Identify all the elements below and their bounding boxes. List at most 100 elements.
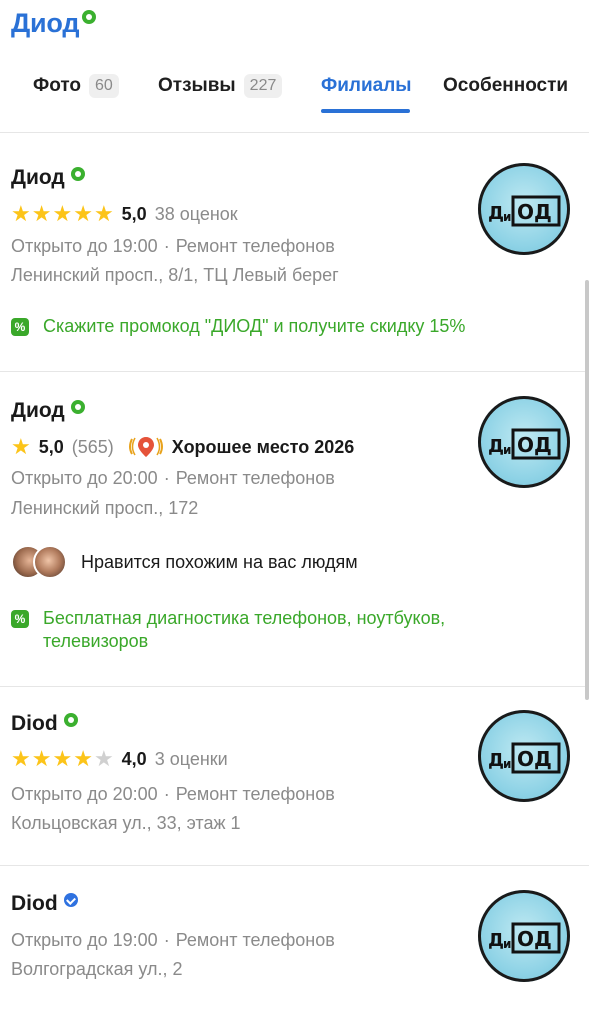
rating-stars: ★ ★ ★ ★ ★ [11, 203, 114, 225]
address-text: Волгоградская ул., 2 [11, 959, 183, 979]
rating-count: 38 оценок [154, 203, 238, 224]
logo-letter-i: и [503, 757, 511, 771]
branch-logo[interactable]: Д и ОД [478, 890, 570, 982]
logo-letter-a: Д [488, 930, 504, 951]
star-icon: ★ [93, 201, 114, 226]
category-text: Ремонт телефонов [175, 468, 335, 488]
separator: · [163, 468, 170, 488]
verified-icon [70, 400, 85, 414]
scrollbar[interactable] [585, 280, 589, 700]
page-title: Диод [11, 4, 97, 42]
address-row: Волгоградская ул., 2 [11, 959, 183, 980]
logo-letter-a: Д [488, 750, 504, 771]
branch-card[interactable]: Диод ★ 5,0 (565) Хорошее место 2026 Откр… [0, 372, 589, 687]
branch-card[interactable]: Diod ★ ★ ★ ★ ★ 4,0 3 оценки Открыто до 2… [0, 687, 589, 866]
logo-letters-od: ОД [517, 927, 552, 951]
promo-text: Скажите промокод "ДИОД" и получите скидк… [43, 316, 466, 336]
star-empty-icon: ★ [93, 746, 114, 771]
hours-text: Открыто до 19:00 [11, 236, 158, 256]
rating-value: 5,0 [38, 436, 64, 457]
rating-count: 3 оценки [154, 748, 228, 769]
branch-name[interactable]: Diod [11, 712, 78, 736]
branch-card[interactable]: Диод ★ ★ ★ ★ ★ 5,0 38 оценок Открыто до … [0, 133, 589, 372]
rating-value: 4,0 [121, 748, 147, 769]
promo-row[interactable]: Бесплатная диагностика телефонов, ноутбу… [11, 607, 511, 653]
logo-letter-a: Д [488, 436, 504, 457]
branch-name-text: Diod [11, 712, 58, 735]
star-icon: ★ [73, 201, 93, 226]
logo-mark: Д и ОД [488, 742, 561, 774]
avatar [33, 545, 67, 579]
address-row: Кольцовская ул., 33, этаж 1 [11, 813, 241, 834]
address-text: Кольцовская ул., 33, этаж 1 [11, 813, 241, 833]
social-proof-text: Нравится похожим на вас людям [81, 551, 358, 572]
star-icon: ★ [11, 746, 31, 771]
branch-name-text: Диод [11, 399, 65, 422]
logo-letters-od: ОД [517, 747, 552, 771]
category-text: Ремонт телефонов [175, 236, 335, 256]
tab-reviews[interactable]: Отзывы 227 [158, 70, 283, 102]
tab-photos-label: Фото [33, 75, 82, 96]
rating-count: (565) [71, 436, 114, 457]
logo-letter-i: и [503, 443, 511, 457]
hours-text: Открыто до 20:00 [11, 468, 158, 488]
branch-name-text: Диод [11, 166, 65, 189]
verified-icon [70, 167, 85, 181]
branch-name[interactable]: Diod [11, 892, 78, 916]
rating-stars: ★ ★ ★ ★ ★ [11, 748, 114, 770]
tab-reviews-label: Отзывы [158, 75, 236, 96]
logo-mark: Д и ОД [488, 428, 561, 460]
category-text: Ремонт телефонов [175, 930, 335, 950]
page-title-text: Диод [11, 8, 80, 38]
hours-text: Открыто до 19:00 [11, 930, 158, 950]
tab-branches-label: Филиалы [321, 75, 412, 96]
branch-card[interactable]: Diod Открыто до 19:00 · Ремонт телефонов… [0, 866, 589, 1026]
rating-value: 5,0 [121, 203, 147, 224]
hours-row: Открыто до 20:00 · Ремонт телефонов [11, 784, 335, 805]
logo-mark: Д и ОД [488, 922, 561, 954]
logo-letter-a: Д [488, 203, 504, 224]
branch-name[interactable]: Диод [11, 399, 85, 423]
branch-name[interactable]: Диод [11, 166, 85, 190]
branch-name-text: Diod [11, 892, 58, 915]
separator: · [163, 784, 170, 804]
tab-features[interactable]: Особенности [443, 70, 568, 102]
logo-letters-od: ОД [517, 433, 552, 457]
star-icon: ★ [11, 201, 31, 226]
promo-line-1: Бесплатная диагностика телефонов, ноутбу… [43, 608, 446, 628]
award-icon [126, 434, 166, 460]
hours-row: Открыто до 19:00 · Ремонт телефонов [11, 236, 335, 257]
social-proof-row: Нравится похожим на вас людям [11, 545, 358, 579]
active-tab-indicator [321, 109, 410, 113]
address-row: Ленинский просп., 8/1, ТЦ Левый берег [11, 265, 339, 286]
hours-text: Открыто до 20:00 [11, 784, 158, 804]
category-text: Ремонт телефонов [175, 784, 335, 804]
logo-mark: Д и ОД [488, 195, 561, 227]
promo-row[interactable]: Скажите промокод "ДИОД" и получите скидк… [11, 315, 511, 338]
tab-photos[interactable]: Фото 60 [33, 70, 119, 102]
address-text: Ленинский просп., 172 [11, 498, 199, 518]
logo-letters-od: ОД [517, 200, 552, 224]
star-icon: ★ [31, 201, 52, 226]
separator: · [163, 930, 170, 950]
star-icon: ★ [73, 746, 93, 771]
promo-text: Бесплатная диагностика телефонов, ноутбу… [43, 607, 445, 653]
address-text: Ленинский просп., 8/1, ТЦ Левый берег [11, 265, 339, 285]
tab-bar: Фото 60 Отзывы 227 Филиалы Особенности [0, 70, 589, 114]
verified-icon [63, 713, 78, 727]
discount-icon [11, 610, 29, 628]
header: Диод Фото 60 Отзывы 227 Филиалы Особенно… [0, 0, 589, 133]
branch-logo[interactable]: Д и ОД [478, 396, 570, 488]
logo-letter-i: и [503, 937, 511, 951]
branch-logo[interactable]: Д и ОД [478, 163, 570, 255]
tab-photos-count: 60 [89, 74, 119, 98]
rating-row: ★ ★ ★ ★ ★ 5,0 38 оценок [11, 203, 238, 225]
hours-row: Открыто до 19:00 · Ремонт телефонов [11, 930, 335, 951]
rating-stars: ★ [11, 436, 31, 458]
promo-line-2: телевизоров [43, 631, 149, 651]
rating-row: ★ 5,0 (565) Хорошее место 2026 [11, 434, 354, 460]
tab-branches[interactable]: Филиалы [321, 70, 412, 102]
address-row: Ленинский просп., 172 [11, 498, 198, 519]
branch-logo[interactable]: Д и ОД [478, 710, 570, 802]
hours-row: Открыто до 20:00 · Ремонт телефонов [11, 468, 335, 489]
